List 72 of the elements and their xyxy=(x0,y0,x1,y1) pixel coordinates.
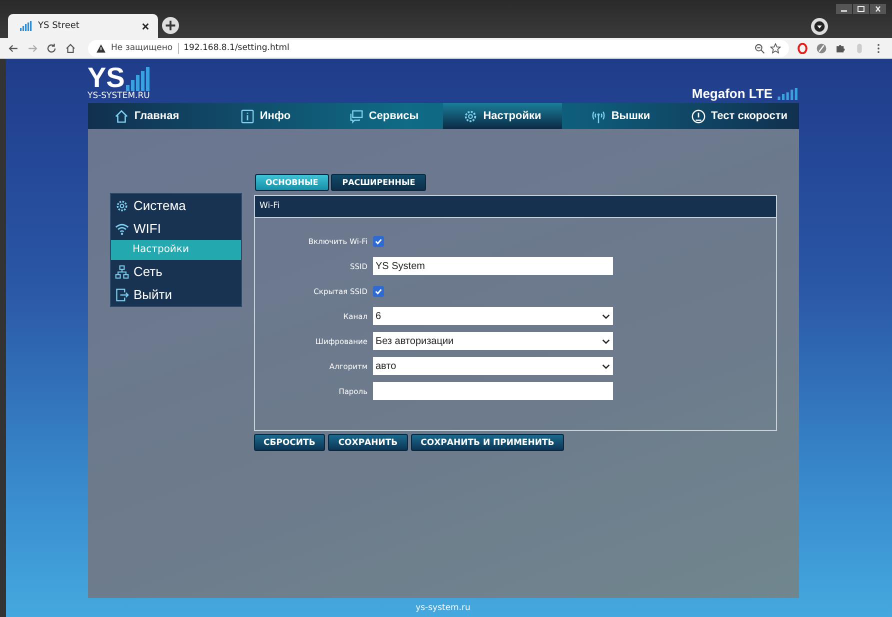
action-button[interactable]: СБРОСИТЬ xyxy=(254,434,326,451)
settings-icon xyxy=(463,108,478,124)
minimize-icon[interactable] xyxy=(836,4,852,14)
warning-icon xyxy=(96,44,106,52)
address-bar[interactable]: Не защищено 192.168.8.1/setting.html xyxy=(88,40,789,56)
checkbox[interactable] xyxy=(372,286,384,296)
reload-icon[interactable] xyxy=(46,42,57,54)
side-menu-item[interactable]: Выйти xyxy=(110,283,240,306)
ring-icon[interactable] xyxy=(797,42,808,54)
input-field[interactable] xyxy=(372,382,612,400)
network-icon xyxy=(114,264,128,278)
action-button[interactable]: СОХРАНИТЬ И ПРИМЕНИТЬ xyxy=(410,434,564,451)
footer-text: ys-system.ru xyxy=(416,602,470,612)
action-button[interactable]: СОХРАНИТЬ xyxy=(328,434,408,451)
side-menu-item[interactable]: Сеть xyxy=(110,260,240,283)
logo-subtitle: YS-SYSTEM.RU xyxy=(88,91,150,101)
signal-bars-icon xyxy=(20,21,32,31)
nav-label: Настройки xyxy=(483,110,542,122)
menu-label: Выйти xyxy=(134,287,172,302)
checkbox[interactable] xyxy=(372,236,384,246)
security-label: Не защищено xyxy=(111,43,173,53)
dropdown[interactable]: 6 xyxy=(372,307,612,325)
profile-icon[interactable] xyxy=(811,18,828,35)
menu-label: WIFI xyxy=(134,221,161,236)
nav-tab[interactable]: Вышки xyxy=(562,103,680,129)
slash-icon[interactable] xyxy=(816,42,827,54)
nav-tab[interactable]: Главная xyxy=(88,103,206,129)
signal-bars-icon xyxy=(126,67,150,91)
home-icon xyxy=(114,108,130,124)
close-icon[interactable] xyxy=(870,4,886,14)
side-menu-item[interactable]: WIFI xyxy=(110,217,240,240)
nav-label: Тест скорости xyxy=(711,110,788,122)
menu-label: Сеть xyxy=(134,264,162,279)
nav-tab[interactable]: Настройки xyxy=(443,103,562,129)
nav-tab[interactable]: Тест скорости xyxy=(680,103,798,129)
puzzle-icon[interactable] xyxy=(835,42,846,54)
chat-icon xyxy=(348,108,364,124)
dropdown[interactable]: авто xyxy=(372,357,612,375)
tab-title: YS Street xyxy=(38,21,80,31)
browser-tab[interactable]: YS Street xyxy=(8,14,158,38)
input-field[interactable]: YS System xyxy=(372,257,612,275)
menu-label: Система xyxy=(134,198,186,213)
chevron-icon xyxy=(602,314,610,318)
nav-label: Инфо xyxy=(260,110,291,122)
signal-bars-icon xyxy=(776,88,798,100)
nav-label: Сервисы xyxy=(368,110,419,122)
settings-icon xyxy=(114,198,128,212)
maximize-icon[interactable] xyxy=(853,4,869,14)
nav-label: Вышки xyxy=(611,110,650,122)
nav-tab[interactable]: Сервисы xyxy=(324,103,443,129)
side-menu-item[interactable]: Система xyxy=(110,194,240,217)
nav-tab[interactable]: Инфо xyxy=(206,103,324,129)
gauge-icon xyxy=(691,108,706,124)
operator-name: Megafon LTE xyxy=(692,86,772,101)
exit-icon xyxy=(114,288,128,302)
back-icon[interactable] xyxy=(8,42,19,54)
new-tab-icon[interactable] xyxy=(162,17,179,34)
box-title: Wi-Fi xyxy=(254,196,776,218)
wifi-icon xyxy=(114,222,128,236)
dropdown[interactable]: Без авторизации xyxy=(372,332,612,350)
tab[interactable]: РАСШИРЕННЫЕ xyxy=(331,174,426,191)
info-icon xyxy=(240,108,255,124)
nav-label: Главная xyxy=(134,110,180,122)
close-icon[interactable] xyxy=(141,22,150,30)
antenna-icon xyxy=(591,108,606,124)
chevron-icon xyxy=(602,364,610,368)
home-icon[interactable] xyxy=(65,42,76,54)
logo-text: YS xyxy=(88,65,125,91)
star-icon[interactable] xyxy=(770,42,781,54)
url-text: 192.168.8.1/setting.html xyxy=(184,43,290,53)
zoom-icon[interactable] xyxy=(754,42,765,54)
chevron-icon xyxy=(602,338,610,344)
